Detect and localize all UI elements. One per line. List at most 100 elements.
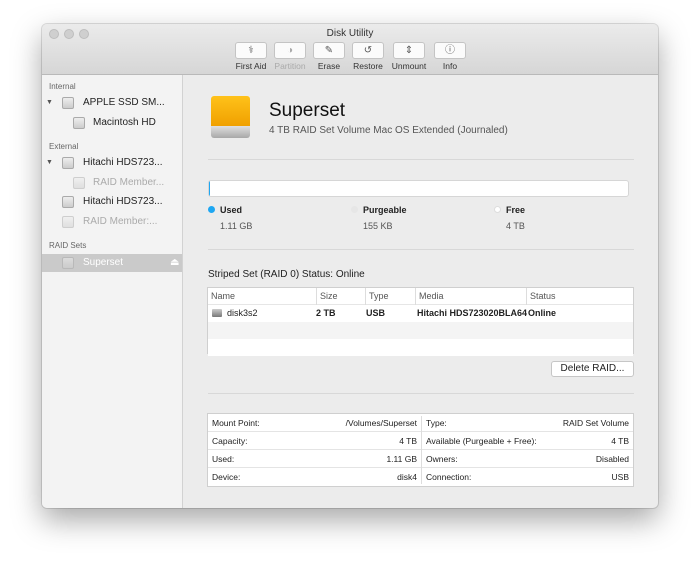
legend-value: 4 TB	[506, 221, 525, 231]
raid-set-icon	[62, 257, 74, 269]
legend-label: Used	[220, 205, 243, 215]
column-status[interactable]: Status	[526, 288, 556, 305]
external-disk-icon	[62, 196, 74, 208]
info-available: Available (Purgeable + Free): 4 TB	[422, 432, 633, 450]
divider	[208, 159, 634, 160]
section-raid-sets: RAID Sets	[49, 241, 87, 250]
legend-label: Free	[506, 205, 526, 215]
sidebar-item-label: Macintosh HD	[93, 117, 156, 128]
info-capacity: Capacity: 4 TB	[208, 432, 421, 450]
legend-label: Purgeable	[363, 205, 407, 215]
info-key: Connection:	[426, 472, 472, 482]
info-type: Type: RAID Set Volume	[422, 414, 633, 432]
info-key: Available (Purgeable + Free):	[426, 436, 537, 446]
info-key: Device:	[212, 472, 241, 482]
table-header: Name Size Type Media Status	[208, 288, 633, 305]
info-key: Owners:	[426, 454, 458, 464]
divider	[208, 393, 634, 394]
info-value: 1.11 GB	[386, 454, 417, 464]
info-key: Type:	[426, 418, 447, 428]
sidebar-item-label: RAID Member...	[93, 177, 165, 188]
window-title: Disk Utility	[326, 28, 374, 39]
info-value: Disabled	[595, 454, 629, 464]
info-value: RAID Set Volume	[562, 418, 629, 428]
info-icon: ⓘ	[434, 42, 466, 59]
internal-disk-icon	[62, 97, 74, 109]
cell-type: USB	[366, 308, 386, 318]
info-owners: Owners: Disabled	[422, 450, 633, 468]
sidebar-item-label: Hitachi HDS723...	[83, 196, 163, 207]
info-value: 4 TB	[611, 436, 629, 446]
volume-info-table: Mount Point: /Volumes/Superset Capacity: 4…	[207, 413, 634, 487]
sidebar-item-macintosh-hd[interactable]: Macintosh HD	[42, 114, 182, 132]
raid-members-table: Name Size Type Media Status disk3s2 2 TB…	[207, 287, 634, 356]
stethoscope-icon: ⚕	[235, 42, 267, 59]
column-size[interactable]: Size	[316, 288, 338, 305]
partition-icon: ◑	[274, 42, 306, 59]
legend-purgeable: Purgeable 155 KB	[351, 205, 407, 231]
info-connection: Connection: USB	[422, 468, 633, 486]
title-bar: Disk Utility ⚕ First Aid ◑ Partition ✎ Eras…	[42, 24, 658, 75]
cell-size: 2 TB	[316, 308, 336, 318]
info-device: Device: disk4	[208, 468, 421, 486]
used-swatch	[208, 206, 215, 213]
column-name[interactable]: Name	[211, 288, 235, 305]
info-mount-point: Mount Point: /Volumes/Superset	[208, 414, 421, 432]
info-value: disk4	[397, 472, 417, 482]
eject-icon[interactable]: ⏏	[170, 254, 179, 272]
disclosure-triangle-icon[interactable]: ▼	[46, 154, 53, 172]
disclosure-triangle-icon[interactable]: ▼	[46, 94, 53, 112]
legend-free: Free 4 TB	[494, 205, 525, 231]
usage-bar	[208, 180, 629, 197]
info-key: Capacity:	[212, 436, 248, 446]
sidebar-item-hitachi-2[interactable]: Hitachi HDS723...	[42, 193, 182, 211]
sidebar-item-label: Superset	[83, 257, 124, 268]
sidebar-item-raid-member-1[interactable]: RAID Member...	[42, 174, 182, 192]
empty-row	[208, 339, 633, 356]
disk-utility-window: Disk Utility ⚕ First Aid ◑ Partition ✎ Eras…	[42, 24, 658, 508]
sidebar-item-label: APPLE SSD SM...	[83, 97, 165, 108]
volume-icon	[73, 177, 85, 189]
delete-raid-button[interactable]: Delete RAID...	[551, 361, 634, 377]
legend-value: 155 KB	[363, 221, 393, 231]
divider	[208, 249, 634, 250]
section-external: External	[49, 142, 79, 151]
info-button[interactable]: ⓘ Info	[424, 42, 476, 71]
volume-subtitle: 4 TB RAID Set Volume Mac OS Extended (Jo…	[269, 125, 508, 136]
info-key: Mount Point:	[212, 418, 260, 428]
purgeable-swatch	[351, 206, 358, 213]
column-type[interactable]: Type	[365, 288, 389, 305]
main-panel: Superset 4 TB RAID Set Volume Mac OS Ext…	[183, 75, 658, 508]
info-used: Used: 1.11 GB	[208, 450, 421, 468]
sidebar-item-label: Hitachi HDS723...	[83, 157, 163, 168]
empty-row	[208, 322, 633, 339]
legend-used: Used 1.11 GB	[208, 205, 252, 231]
erase-icon: ✎	[313, 42, 345, 59]
volume-icon	[62, 216, 74, 228]
sidebar-item-hitachi-1[interactable]: ▼ Hitachi HDS723...	[42, 154, 182, 172]
table-row[interactable]: disk3s2 2 TB USB Hitachi HDS723020BLA642…	[208, 305, 633, 322]
raid-status: Striped Set (RAID 0) Status: Online	[208, 269, 365, 280]
drive-icon	[211, 96, 250, 138]
info-label: Info	[442, 61, 458, 71]
info-key: Used:	[212, 454, 235, 464]
info-value: 4 TB	[399, 436, 417, 446]
unmount-icon: ⇕	[393, 42, 425, 59]
sidebar: Internal ▼ APPLE SSD SM... Macintosh HD E…	[42, 75, 183, 508]
free-swatch	[494, 206, 501, 213]
volume-icon	[73, 117, 85, 129]
sidebar-item-apple-ssd[interactable]: ▼ APPLE SSD SM...	[42, 94, 182, 112]
external-disk-icon	[62, 157, 74, 169]
section-internal: Internal	[49, 82, 76, 91]
cell-status: Online	[528, 308, 557, 318]
sidebar-item-raid-member-2[interactable]: RAID Member:...	[42, 213, 182, 231]
sidebar-item-label: RAID Member:...	[83, 216, 158, 227]
cell-name: disk3s2	[227, 308, 258, 318]
sidebar-item-superset[interactable]: Superset ⏏	[42, 254, 182, 272]
column-media[interactable]: Media	[415, 288, 444, 305]
legend-value: 1.11 GB	[220, 221, 253, 231]
disk-icon	[212, 309, 222, 317]
restore-icon: ↺	[352, 42, 384, 59]
cell-media: Hitachi HDS723020BLA642	[417, 308, 527, 318]
info-value: /Volumes/Superset	[345, 418, 417, 428]
